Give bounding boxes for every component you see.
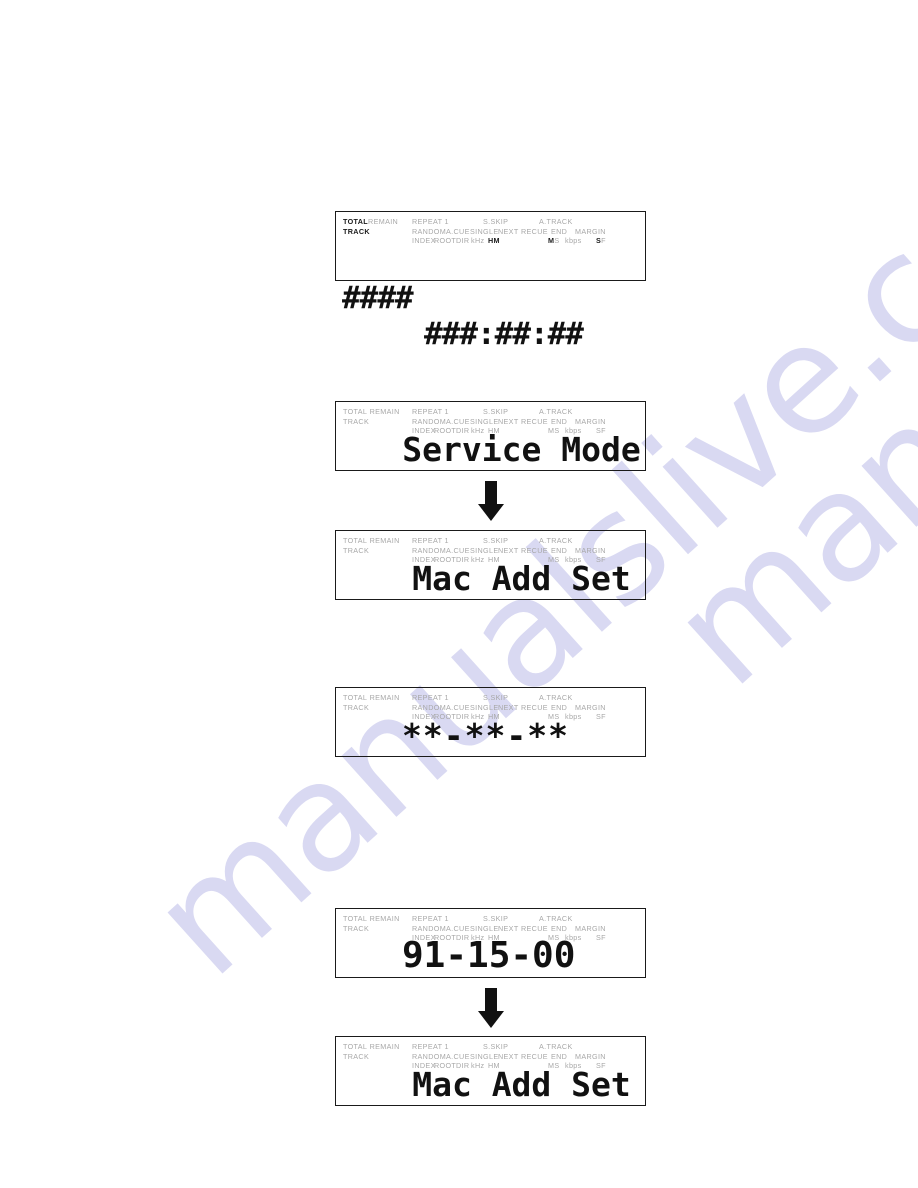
label-acue: A.CUE bbox=[446, 702, 470, 712]
label-track: TRACK bbox=[343, 1051, 370, 1061]
label-atrack: A.TRACK bbox=[539, 536, 573, 545]
label-track: TRACK bbox=[343, 416, 370, 426]
label-next: NEXT bbox=[498, 923, 519, 933]
readout-mac-add-set-2: Mac Add Set bbox=[412, 1065, 631, 1104]
label-total-remain: TOTAL REMAIN bbox=[343, 536, 400, 545]
label-atrack: A.TRACK bbox=[539, 914, 573, 923]
label-repeat: REPEAT 1 bbox=[412, 536, 449, 545]
readout-mac-value: 91-15-00 bbox=[402, 935, 576, 976]
manual-page-figure: TOTALREMAIN REPEAT 1 S.SKIP A.TRACK TRAC… bbox=[0, 0, 918, 1188]
label-next: NEXT bbox=[498, 545, 519, 555]
label-repeat: REPEAT 1 bbox=[412, 217, 449, 226]
label-repeat: REPEAT 1 bbox=[412, 407, 449, 416]
label-sskip: S.SKIP bbox=[483, 693, 509, 702]
label-acue: A.CUE bbox=[446, 923, 470, 933]
label-margin: MARGIN bbox=[575, 1051, 606, 1061]
label-track: TRACK bbox=[343, 702, 370, 712]
label-track: TRACK bbox=[343, 923, 370, 933]
label-margin: MARGIN bbox=[575, 545, 606, 555]
readout-service-mode: Service Mode bbox=[402, 430, 641, 469]
label-random: RANDOM bbox=[412, 923, 447, 933]
label-acue: A.CUE bbox=[446, 416, 470, 426]
label-end: END bbox=[551, 545, 568, 555]
label-atrack: A.TRACK bbox=[539, 1042, 573, 1051]
label-atrack: A.TRACK bbox=[539, 217, 573, 226]
label-margin: MARGIN bbox=[575, 416, 606, 426]
label-acue: A.CUE bbox=[446, 1051, 470, 1061]
display-panel-mac-add-set: TOTAL REMAIN REPEAT 1 S.SKIP A.TRACK TRA… bbox=[335, 530, 646, 600]
label-track: TRACK bbox=[343, 545, 370, 555]
label-recue: RECUE bbox=[521, 702, 548, 712]
label-total-remain: TOTAL REMAIN bbox=[343, 693, 400, 702]
label-recue: RECUE bbox=[521, 416, 548, 426]
label-single: SINGLE bbox=[470, 416, 499, 426]
label-end: END bbox=[551, 1051, 568, 1061]
readout-track-number: #### bbox=[342, 280, 414, 316]
indicator-label-grid: TOTALREMAIN REPEAT 1 S.SKIP A.TRACK TRAC… bbox=[343, 217, 639, 246]
label-recue: RECUE bbox=[521, 226, 548, 236]
label-next: NEXT bbox=[498, 702, 519, 712]
readout-time-value: ###:##:## bbox=[424, 316, 584, 352]
label-end: END bbox=[551, 923, 568, 933]
readout-mac-add-set: Mac Add Set bbox=[412, 559, 631, 598]
flow-arrow-down-1 bbox=[478, 481, 504, 521]
label-acue: A.CUE bbox=[446, 226, 470, 236]
label-end: END bbox=[551, 416, 568, 426]
label-next: NEXT bbox=[498, 226, 519, 236]
label-single: SINGLE bbox=[470, 923, 499, 933]
label-random: RANDOM bbox=[412, 416, 447, 426]
label-random: RANDOM bbox=[412, 702, 447, 712]
label-single: SINGLE bbox=[470, 226, 499, 236]
label-single: SINGLE bbox=[470, 545, 499, 555]
display-panel-mac-value: TOTAL REMAIN REPEAT 1 S.SKIP A.TRACK TRA… bbox=[335, 908, 646, 978]
label-recue: RECUE bbox=[521, 545, 548, 555]
readout-mac-placeholder: **-**-** bbox=[402, 716, 569, 755]
flow-arrow-down-2 bbox=[478, 988, 504, 1028]
label-repeat: REPEAT 1 bbox=[412, 693, 449, 702]
label-total-remain: TOTAL REMAIN bbox=[343, 407, 400, 416]
label-single: SINGLE bbox=[470, 702, 499, 712]
label-end: END bbox=[551, 226, 568, 236]
label-margin: MARGIN bbox=[575, 702, 606, 712]
label-track: TRACK bbox=[343, 226, 370, 236]
display-panel-mac-add-set-2: TOTAL REMAIN REPEAT 1 S.SKIP A.TRACK TRA… bbox=[335, 1036, 646, 1106]
label-recue: RECUE bbox=[521, 923, 548, 933]
label-sskip: S.SKIP bbox=[483, 914, 509, 923]
label-random: RANDOM bbox=[412, 1051, 447, 1061]
label-margin: MARGIN bbox=[575, 923, 606, 933]
label-next: NEXT bbox=[498, 1051, 519, 1061]
display-panel-time-placeholder: TOTALREMAIN REPEAT 1 S.SKIP A.TRACK TRAC… bbox=[335, 211, 646, 352]
label-remain: REMAIN bbox=[368, 217, 399, 226]
label-random: RANDOM bbox=[412, 545, 447, 555]
label-total-remain: TOTAL REMAIN bbox=[343, 914, 400, 923]
label-total-remain: TOTAL REMAIN bbox=[343, 1042, 400, 1051]
label-sskip: S.SKIP bbox=[483, 217, 509, 226]
label-recue: RECUE bbox=[521, 1051, 548, 1061]
readout-row: #### ###:##:## bbox=[336, 244, 645, 388]
label-acue: A.CUE bbox=[446, 545, 470, 555]
label-margin: MARGIN bbox=[575, 226, 606, 236]
label-next: NEXT bbox=[498, 416, 519, 426]
label-repeat: REPEAT 1 bbox=[412, 914, 449, 923]
label-end: END bbox=[551, 702, 568, 712]
label-sskip: S.SKIP bbox=[483, 407, 509, 416]
label-sskip: S.SKIP bbox=[483, 536, 509, 545]
label-single: SINGLE bbox=[470, 1051, 499, 1061]
label-total: TOTAL bbox=[343, 217, 369, 226]
display-panel-service-mode: TOTAL REMAIN REPEAT 1 S.SKIP A.TRACK TRA… bbox=[335, 401, 646, 471]
label-random: RANDOM bbox=[412, 226, 447, 236]
label-sskip: S.SKIP bbox=[483, 1042, 509, 1051]
label-atrack: A.TRACK bbox=[539, 407, 573, 416]
label-atrack: A.TRACK bbox=[539, 693, 573, 702]
display-panel-mac-placeholder: TOTAL REMAIN REPEAT 1 S.SKIP A.TRACK TRA… bbox=[335, 687, 646, 757]
label-repeat: REPEAT 1 bbox=[412, 1042, 449, 1051]
